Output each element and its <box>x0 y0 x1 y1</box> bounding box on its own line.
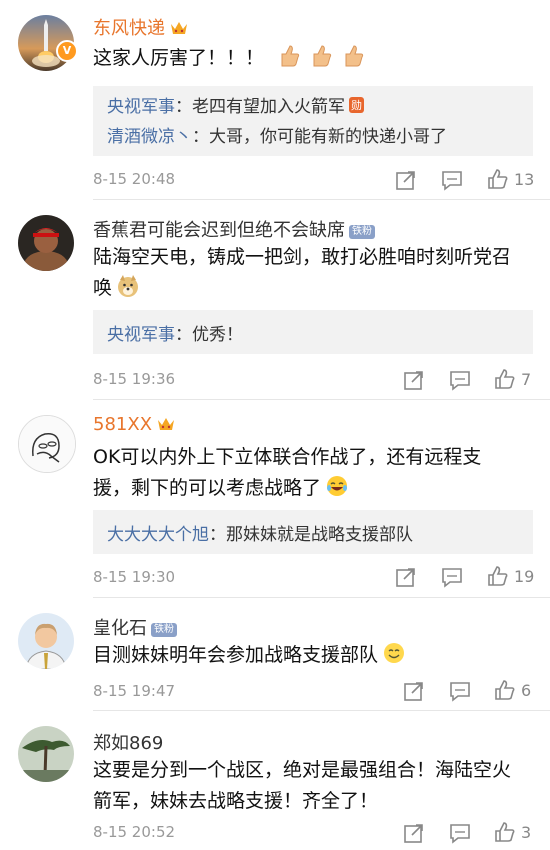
share-icon[interactable] <box>395 169 417 191</box>
comment-item: 581XX OK可以内外上下立体联合作战了，还有远程支 援，剩下的可以考虑战略了… <box>0 400 550 595</box>
share-icon[interactable] <box>403 680 425 702</box>
medal-tag: 勋 <box>349 97 364 113</box>
reply-item[interactable]: 大大大大个旭：那妹妹就是战略支援部队 <box>107 520 413 545</box>
doge-emoji <box>118 275 139 297</box>
avatar[interactable] <box>18 415 76 473</box>
comment-text: 这要是分到一个战区，绝对是最强组合！海陆空火 箭军，妹妹去战略支援！齐全了！ <box>93 759 512 812</box>
like-count: 13 <box>514 170 535 189</box>
timestamp: 8-15 19:36 <box>93 370 176 388</box>
timestamp: 8-15 19:47 <box>93 682 176 700</box>
laugh-cry-emoji <box>327 476 348 496</box>
like-icon[interactable] <box>494 368 516 390</box>
comment-text: 目测妹妹明年会参加战略支援部队 <box>93 640 533 671</box>
username[interactable]: 皇化石 铁粉 <box>93 614 177 640</box>
comment-text: 这家人厉害了！！！ <box>93 42 533 74</box>
reply-box[interactable]: 央视军事：优秀！ <box>93 310 533 354</box>
comment-item: 皇化石 铁粉 目测妹妹明年会参加战略支援部队 8-15 19:47 6 <box>0 598 550 710</box>
share-icon[interactable] <box>403 822 425 844</box>
reply-item[interactable]: 央视军事：优秀！ <box>107 320 243 345</box>
comment-icon[interactable] <box>449 369 471 391</box>
like-icon[interactable] <box>487 168 509 190</box>
like-icon[interactable] <box>487 565 509 587</box>
like-icon[interactable] <box>494 679 516 701</box>
like-icon[interactable] <box>494 821 516 843</box>
comment-icon[interactable] <box>441 566 463 588</box>
reply-username[interactable]: 大大大大个旭 <box>107 525 209 545</box>
comment-text: 陆海空天电，铸成一把剑，敢打必胜咱时刻听党召 唤 <box>93 246 512 299</box>
comment-text: OK可以内外上下立体联合作战了，还有远程支 援，剩下的可以考虑战略了 <box>93 446 482 499</box>
username[interactable]: 东风快递 <box>93 14 189 40</box>
comment-item: V 东风快递 这家人厉害了！！！ 央视军事：老四有望加入火箭军勋 清酒微凉丶：大… <box>0 0 550 200</box>
like-count: 19 <box>514 567 535 586</box>
like-count: 6 <box>521 681 532 700</box>
comment-icon[interactable] <box>449 822 471 844</box>
reply-box[interactable]: 央视军事：老四有望加入火箭军勋 清酒微凉丶：大哥，你可能有新的快递小哥了 <box>93 86 533 156</box>
comment-icon[interactable] <box>441 169 463 191</box>
share-icon[interactable] <box>395 566 417 588</box>
like-count: 3 <box>521 823 532 842</box>
fan-badge: 铁粉 <box>151 623 177 637</box>
timestamp: 8-15 19:30 <box>93 568 176 586</box>
timestamp: 8-15 20:52 <box>93 823 176 841</box>
comment-item: 香蕉君可能会迟到但绝不会缺席 铁粉 陆海空天电，铸成一把剑，敢打必胜咱时刻听党召 … <box>0 200 550 400</box>
timestamp: 8-15 20:48 <box>93 170 176 188</box>
verified-icon: V <box>56 40 78 62</box>
comment-icon[interactable] <box>449 680 471 702</box>
username[interactable]: 香蕉君可能会迟到但绝不会缺席 铁粉 <box>93 216 375 242</box>
thumbs-up-emoji <box>276 42 366 74</box>
reply-username[interactable]: 央视军事 <box>107 325 175 345</box>
vip-crown-icon <box>171 22 187 34</box>
comment-item: 郑如869 这要是分到一个战区，绝对是最强组合！海陆空火 箭军，妹妹去战略支援！… <box>0 711 550 850</box>
avatar[interactable] <box>18 726 74 782</box>
reply-username[interactable]: 央视军事 <box>107 97 175 117</box>
avatar[interactable] <box>18 215 74 271</box>
reply-item[interactable]: 央视军事：老四有望加入火箭军勋 <box>107 92 364 117</box>
smile-emoji <box>384 643 405 663</box>
username[interactable]: 581XX <box>93 414 176 435</box>
vip-crown-icon <box>158 418 175 430</box>
like-count: 7 <box>521 370 532 389</box>
reply-username[interactable]: 清酒微凉丶 <box>107 127 192 147</box>
share-icon[interactable] <box>403 369 425 391</box>
username[interactable]: 郑如869 <box>93 729 163 755</box>
reply-box[interactable]: 大大大大个旭：那妹妹就是战略支援部队 <box>93 510 533 554</box>
fan-badge: 铁粉 <box>349 225 375 239</box>
avatar[interactable] <box>18 613 74 669</box>
reply-item[interactable]: 清酒微凉丶：大哥，你可能有新的快递小哥了 <box>107 122 447 147</box>
